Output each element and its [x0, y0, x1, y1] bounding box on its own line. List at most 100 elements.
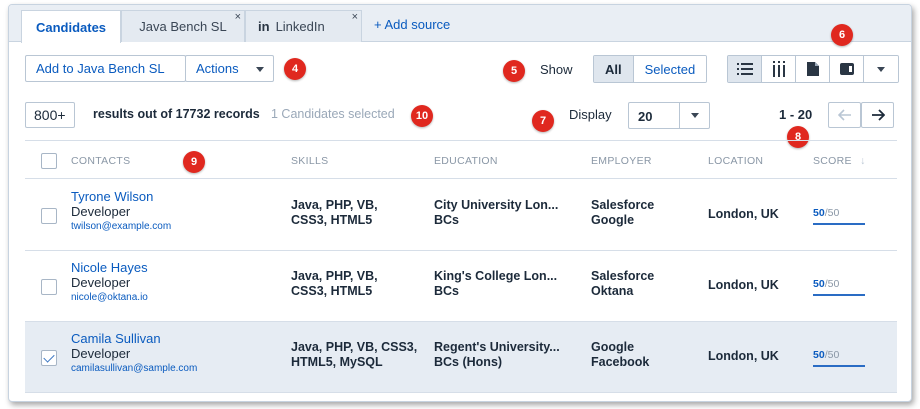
skills-line: CSS3, HTML5 — [291, 284, 373, 298]
row-checkbox[interactable] — [41, 350, 57, 366]
row-checkbox[interactable] — [41, 279, 57, 295]
button-label: Actions — [196, 61, 239, 76]
tab-linkedin[interactable]: in LinkedIn × — [245, 10, 362, 42]
close-icon[interactable]: × — [235, 12, 241, 23]
location-cell: London, UK — [708, 278, 779, 292]
education-degree: BCs (Hons) — [434, 355, 503, 369]
callout-badge-10: 9 — [183, 151, 205, 173]
column-view-icon[interactable] — [762, 56, 796, 82]
score-max: /50 — [824, 207, 840, 219]
card-view-icon[interactable] — [830, 56, 864, 82]
skills-line: CSS3, HTML5 — [291, 213, 373, 227]
tab-candidates[interactable]: Candidates — [21, 10, 121, 43]
employer-cell: Salesforce Oktana — [591, 269, 654, 299]
candidate-search-panel: Candidates Java Bench SL × in LinkedIn ×… — [8, 4, 912, 402]
table-header: CONTACTS SKILLS EDUCATION EMPLOYER LOCAT… — [25, 141, 897, 179]
skills-line: HTML5, MySQL — [291, 355, 383, 369]
score-cell: 50/50 — [813, 349, 839, 361]
education-cell: City University Lon... BCs — [434, 198, 558, 228]
add-source-link[interactable]: + Add source — [374, 17, 450, 32]
column-header-education[interactable]: EDUCATION — [434, 155, 498, 167]
score-bar-fill — [813, 223, 865, 225]
column-header-label: SCORE — [813, 155, 852, 167]
show-selected-option[interactable]: Selected — [633, 56, 707, 82]
score-value: 50 — [813, 207, 825, 219]
add-to-list-button[interactable]: Add to Java Bench SL — [25, 55, 186, 82]
show-label: Show — [540, 62, 573, 77]
table-row[interactable]: Nicole Hayes Developer nicole@oktana.io Jav… — [25, 251, 897, 322]
candidate-role: Developer — [71, 275, 131, 290]
arrow-right-icon — [871, 109, 885, 121]
contact-cell: Tyrone Wilson Developer twilson@example.co… — [71, 189, 171, 234]
view-options-dropdown[interactable] — [864, 56, 898, 82]
score-bar — [813, 294, 865, 296]
results-summary: results out of 17732 records — [93, 107, 260, 121]
candidate-name-link[interactable]: Camila Sullivan — [71, 331, 197, 346]
skills-line: Java, PHP, VB, — [291, 269, 378, 283]
next-page-button[interactable] — [861, 102, 894, 128]
select-all-checkbox[interactable] — [41, 153, 57, 169]
employer-cell: Google Facebook — [591, 340, 649, 370]
employer-line: Facebook — [591, 355, 650, 369]
contact-cell: Nicole Hayes Developer nicole@oktana.io — [71, 260, 148, 305]
selected-count: 1 Candidates selected — [271, 107, 395, 121]
employer-line: Google — [591, 213, 635, 227]
education-cell: Regent's University... BCs (Hons) — [434, 340, 560, 370]
candidate-name-link[interactable]: Tyrone Wilson — [71, 189, 171, 204]
page-size-select[interactable]: 20 — [628, 102, 710, 129]
callout-badge-6: 6 — [831, 24, 853, 46]
column-header-score[interactable]: SCORE ↓ — [813, 155, 866, 167]
education-school: City University Lon... — [434, 198, 559, 212]
candidate-email-link[interactable]: camilasullivan@sample.com — [71, 361, 197, 376]
page-size-value: 20 — [638, 109, 653, 124]
column-header-employer[interactable]: EMPLOYER — [591, 155, 652, 167]
row-checkbox[interactable] — [41, 208, 57, 224]
sort-arrow-icon[interactable]: ↓ — [860, 155, 866, 167]
score-bar-fill — [813, 294, 865, 296]
employer-line: Salesforce — [591, 198, 655, 212]
show-all-option[interactable]: All — [594, 56, 634, 82]
caret-down-icon — [256, 67, 264, 72]
arrow-left-icon — [837, 109, 851, 121]
candidate-role: Developer — [71, 204, 131, 219]
score-cell: 50/50 — [813, 278, 839, 290]
score-value: 50 — [813, 349, 825, 361]
actions-dropdown[interactable]: Actions — [185, 55, 274, 82]
skills-cell: Java, PHP, VB, CSS3, HTML5, MySQL — [291, 340, 417, 370]
location-cell: London, UK — [708, 349, 779, 363]
tab-label: Java Bench SL — [139, 19, 227, 34]
source-tab-bar: Candidates Java Bench SL × in LinkedIn ×… — [9, 5, 911, 43]
column-header-contacts[interactable]: CONTACTS — [71, 155, 130, 167]
skills-line: Java, PHP, VB, — [291, 198, 378, 212]
button-label: Add to Java Bench SL — [36, 61, 165, 76]
tab-label: LinkedIn — [275, 19, 325, 34]
employer-line: Salesforce — [591, 269, 655, 283]
candidate-email-link[interactable]: nicole@oktana.io — [71, 290, 148, 305]
show-filter-toggle: All Selected — [593, 55, 708, 83]
chevron-down-icon — [877, 66, 885, 72]
location-cell: London, UK — [708, 207, 779, 221]
contact-cell: Camila Sullivan Developer camilasullivan@s… — [71, 331, 197, 376]
table-row[interactable]: Tyrone Wilson Developer twilson@example.co… — [25, 180, 897, 251]
previous-page-button[interactable] — [828, 102, 861, 128]
education-degree: BCs — [434, 213, 460, 227]
linkedin-icon: in — [258, 19, 270, 34]
callout-badge-5: 5 — [503, 60, 525, 82]
column-header-skills[interactable]: SKILLS — [291, 155, 328, 167]
column-header-location[interactable]: LOCATION — [708, 155, 763, 167]
callout-badge-9: 10 — [411, 105, 433, 127]
page-range: 1 - 20 — [779, 107, 813, 122]
tab-java-bench-sl[interactable]: Java Bench SL × — [121, 10, 245, 42]
employer-cell: Salesforce Google — [591, 198, 654, 228]
table-row[interactable]: Camila Sullivan Developer camilasullivan@s… — [25, 322, 897, 393]
score-cell: 50/50 — [813, 207, 839, 219]
close-icon[interactable]: × — [352, 12, 358, 23]
skills-line: Java, PHP, VB, CSS3, — [291, 340, 418, 354]
employer-line: Google — [591, 340, 635, 354]
chevron-down-icon — [679, 103, 709, 128]
score-max: /50 — [824, 349, 840, 361]
candidate-name-link[interactable]: Nicole Hayes — [71, 260, 148, 275]
candidate-email-link[interactable]: twilson@example.com — [71, 219, 171, 234]
list-view-icon[interactable] — [728, 56, 762, 82]
document-view-icon[interactable] — [796, 56, 830, 82]
